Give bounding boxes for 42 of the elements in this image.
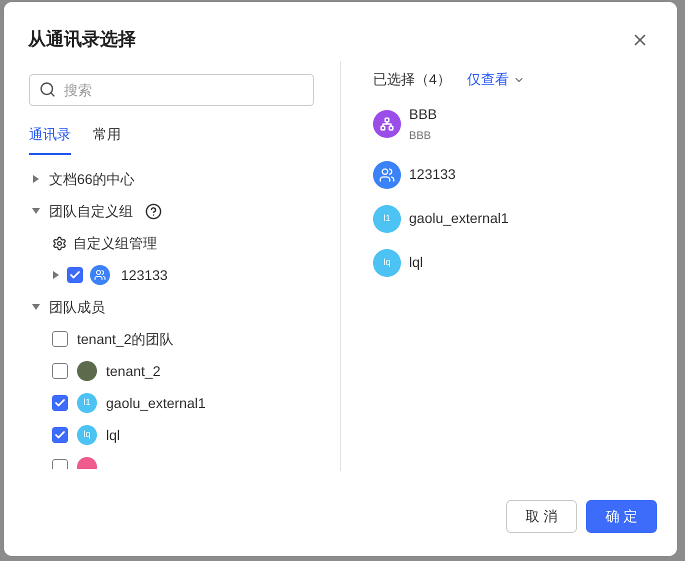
settings-icon[interactable] (52, 236, 67, 250)
check-icon (54, 397, 66, 409)
checkbox[interactable] (52, 331, 68, 347)
search-icon (39, 81, 56, 98)
caret-right-icon[interactable] (32, 175, 40, 183)
selected-name: 123133 (409, 165, 456, 184)
checkbox[interactable] (52, 395, 68, 411)
group-name: 123133 (121, 266, 168, 284)
checkbox[interactable] (67, 267, 83, 283)
user-avatar: lq (373, 248, 401, 276)
view-filter-dropdown[interactable]: 仅查看 (466, 69, 525, 90)
tree-node-label[interactable]: 团队成员 (49, 296, 105, 318)
caret-down-icon[interactable] (32, 207, 40, 215)
user-avatar: l1 (373, 204, 401, 232)
selected-name: lql (409, 253, 424, 272)
selected-count: 已选择（4） (373, 70, 451, 89)
caret-right-icon[interactable] (52, 271, 60, 279)
member-name: tenant_2 (106, 362, 160, 381)
manage-groups-link[interactable]: 自定义组管理 (73, 232, 157, 254)
avatar-photo-placeholder (77, 361, 97, 381)
cancel-button[interactable]: 取 消 (506, 500, 577, 533)
caret-down-icon[interactable] (32, 303, 40, 311)
search-field[interactable]: 搜索 (29, 74, 314, 106)
confirm-button[interactable]: 确 定 (586, 500, 657, 533)
tab[interactable]: 通讯录 (29, 124, 71, 155)
check-icon (54, 429, 66, 441)
user-avatar: l1 (77, 393, 97, 413)
tree-node-label[interactable]: 文档66的中心 (49, 168, 135, 190)
selected-name: gaolu_external1 (409, 209, 509, 228)
help-icon[interactable] (145, 202, 162, 220)
selected-name: BBB (409, 105, 438, 124)
selected-subtitle: BBB (409, 129, 432, 144)
user-avatar: lq (77, 425, 97, 445)
member-name: gaolu_external1 (106, 394, 206, 413)
member-name: lql (106, 426, 120, 445)
tree-node-label[interactable]: 团队自定义组 (49, 200, 133, 222)
tab[interactable]: 常用 (93, 124, 121, 155)
dialog-title: 从通讯录选择 (28, 28, 136, 51)
checkbox[interactable] (52, 363, 68, 379)
team-name: tenant_2的团队 (77, 330, 174, 349)
checkbox[interactable] (52, 427, 68, 443)
check-icon (69, 269, 81, 281)
